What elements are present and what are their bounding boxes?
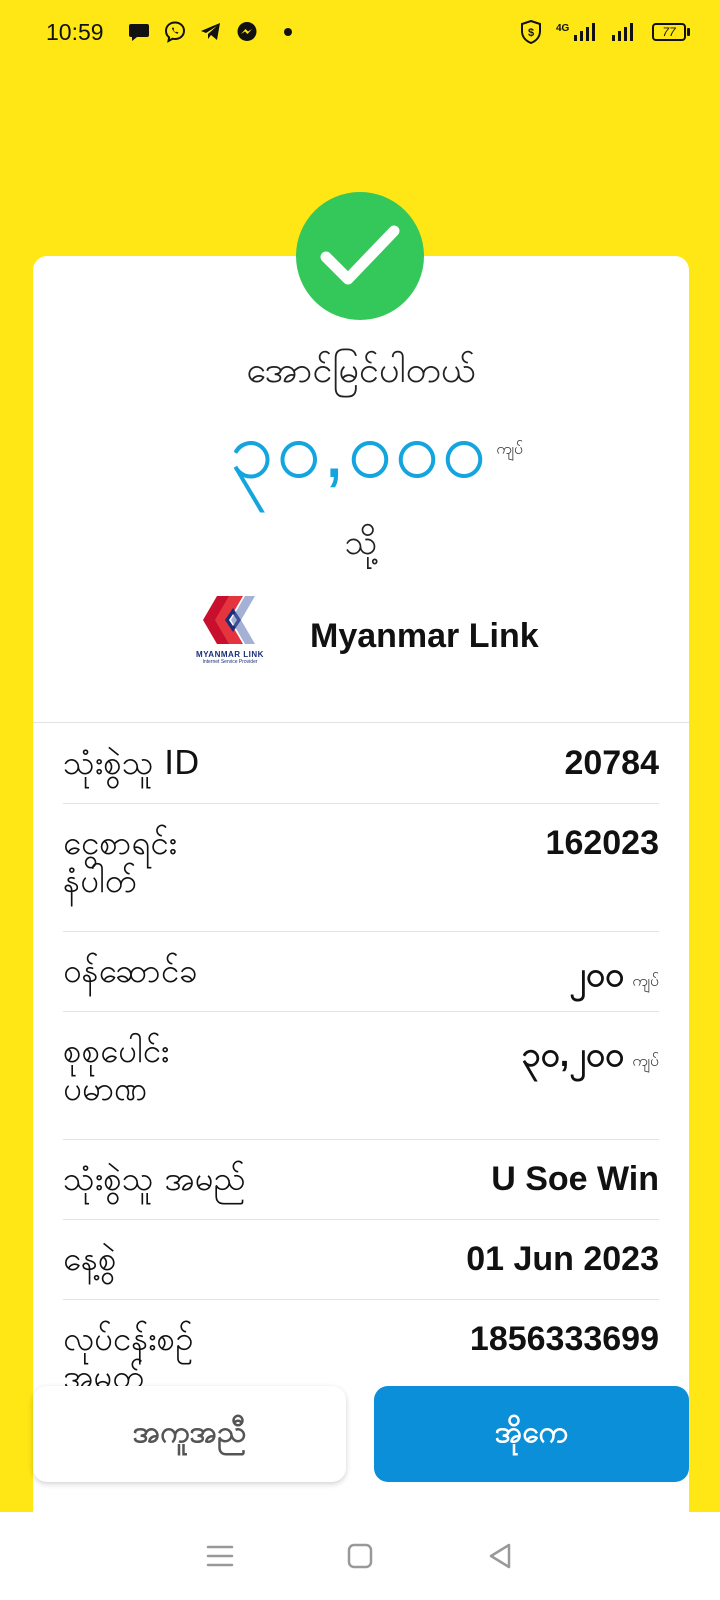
amount-value: ၃၀,၀၀၀ [228, 405, 489, 494]
divider [33, 722, 689, 723]
detail-row-service-fee: ဝန်ဆောင်ခ ၂၀၀ ကျပ် [63, 932, 659, 1012]
merchant: MYANMAR LINK Internet Service Provider M… [180, 592, 580, 680]
detail-row-account-number: ငွေစာရင်း နံပါတ် 162023 [63, 804, 659, 932]
amount: ၃၀,၀၀၀ ကျပ် [33, 410, 689, 490]
checkmark-icon [296, 192, 424, 320]
detail-row-total-amount: စုစုပေါင်း ပမာဏ ၃၀,၂၀၀ ကျပ် [63, 1012, 659, 1140]
detail-row-user-name: သုံးစွဲသူ အမည် U Soe Win [63, 1140, 659, 1220]
success-title: အောင်မြင်ပါတယ် [246, 350, 476, 391]
amount-unit: ကျပ် [496, 439, 524, 458]
help-button[interactable]: အကူအညီ [33, 1386, 346, 1482]
back-icon[interactable] [480, 1536, 520, 1576]
system-nav-bar [0, 1512, 720, 1600]
detail-row-date: နေ့စွဲ 01 Jun 2023 [63, 1220, 659, 1300]
detail-value: U Soe Win [491, 1160, 659, 1198]
svg-text:4G: 4G [556, 23, 570, 34]
detail-value: 01 Jun 2023 [466, 1240, 659, 1278]
detail-value: 1856333699 [469, 1320, 659, 1358]
detail-label: စုစုပေါင်း ပမာဏ [63, 1031, 170, 1108]
detail-label: နေ့စွဲ [63, 1239, 117, 1278]
merchant-logo: MYANMAR LINK Internet Service Provider [180, 592, 280, 680]
detail-value: 162023 [545, 824, 659, 862]
detail-label: ဝန်ဆောင်ခ [63, 951, 198, 990]
home-icon[interactable] [340, 1536, 380, 1576]
viber-icon [164, 21, 186, 43]
merchant-name: Myanmar Link [310, 616, 539, 655]
detail-label: သုံးစွဲသူ အမည် [63, 1159, 246, 1198]
to-label: သို့ [344, 523, 378, 563]
shield-icon: $ [520, 20, 542, 44]
signal-icon-2 [610, 21, 640, 43]
detail-value: ၃၀,၂၀၀ ကျပ် [521, 1036, 659, 1074]
menu-icon[interactable] [200, 1536, 240, 1576]
detail-label: ငွေစာရင်း နံပါတ် [63, 823, 177, 900]
detail-row-user-id: သုံးစွဲသူ ID 20784 [63, 724, 659, 804]
signal-icon: 4G [554, 21, 598, 43]
battery-icon: 77 [652, 23, 690, 41]
chat-icon [128, 21, 150, 43]
status-bar: 10:59 $ 4G 77 [0, 0, 720, 64]
ok-button[interactable]: အိုကေ [374, 1386, 689, 1482]
messenger-icon [236, 21, 258, 43]
svg-text:$: $ [528, 27, 534, 39]
telegram-icon [200, 21, 222, 43]
detail-value: ၂၀၀ ကျပ် [569, 956, 659, 994]
detail-label: လုပ်ငန်းစဉ် အမှတ် [63, 1319, 194, 1396]
detail-label: သုံးစွဲသူ ID [63, 743, 200, 782]
notification-dot [283, 28, 292, 36]
details-list: သုံးစွဲသူ ID 20784 ငွေစာရင်း နံပါတ် 1620… [63, 724, 659, 1410]
detail-value: 20784 [564, 744, 659, 782]
clock: 10:59 [46, 18, 104, 45]
